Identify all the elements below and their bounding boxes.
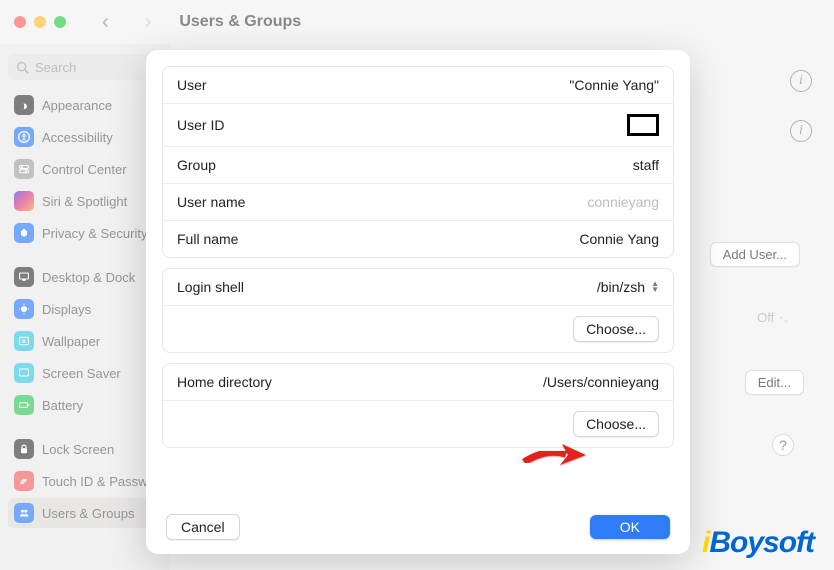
row-home-directory: Home directory /Users/connieyang [163,364,673,400]
home-directory-group: Home directory /Users/connieyang Choose.… [162,363,674,448]
user-info-group: User "Connie Yang" User ID Group staff U… [162,66,674,258]
chevron-updown-icon: ▲▼ [651,281,659,293]
row-label: User name [177,194,245,210]
row-value: /Users/connieyang [543,374,659,390]
ok-button[interactable]: OK [590,515,670,539]
row-home-directory-choose: Choose... [163,400,673,447]
row-user-id: User ID [163,103,673,146]
row-label: Full name [177,231,238,247]
row-label: Login shell [177,279,244,295]
row-user: User "Connie Yang" [163,67,673,103]
row-value: connieyang [587,194,659,210]
row-value: "Connie Yang" [569,77,659,93]
login-shell-group: Login shell /bin/zsh ▲▼ Choose... [162,268,674,353]
row-login-shell: Login shell /bin/zsh ▲▼ [163,269,673,305]
login-shell-select[interactable]: /bin/zsh ▲▼ [597,279,659,295]
row-label: User [177,77,207,93]
row-group: Group staff [163,146,673,183]
row-login-shell-choose: Choose... [163,305,673,352]
full-name-field[interactable]: Connie Yang [579,231,659,247]
row-user-name: User name connieyang [163,183,673,220]
row-label: Group [177,157,216,173]
user-id-field[interactable] [627,114,659,136]
choose-shell-button[interactable]: Choose... [573,316,659,342]
modal-footer: Cancel OK [162,514,674,542]
row-label: Home directory [177,374,272,390]
advanced-user-modal: User "Connie Yang" User ID Group staff U… [146,50,690,554]
row-value: staff [633,157,659,173]
select-value: /bin/zsh [597,279,645,295]
row-full-name: Full name Connie Yang [163,220,673,257]
choose-home-directory-button[interactable]: Choose... [573,411,659,437]
cancel-button[interactable]: Cancel [166,514,240,540]
row-label: User ID [177,117,224,133]
